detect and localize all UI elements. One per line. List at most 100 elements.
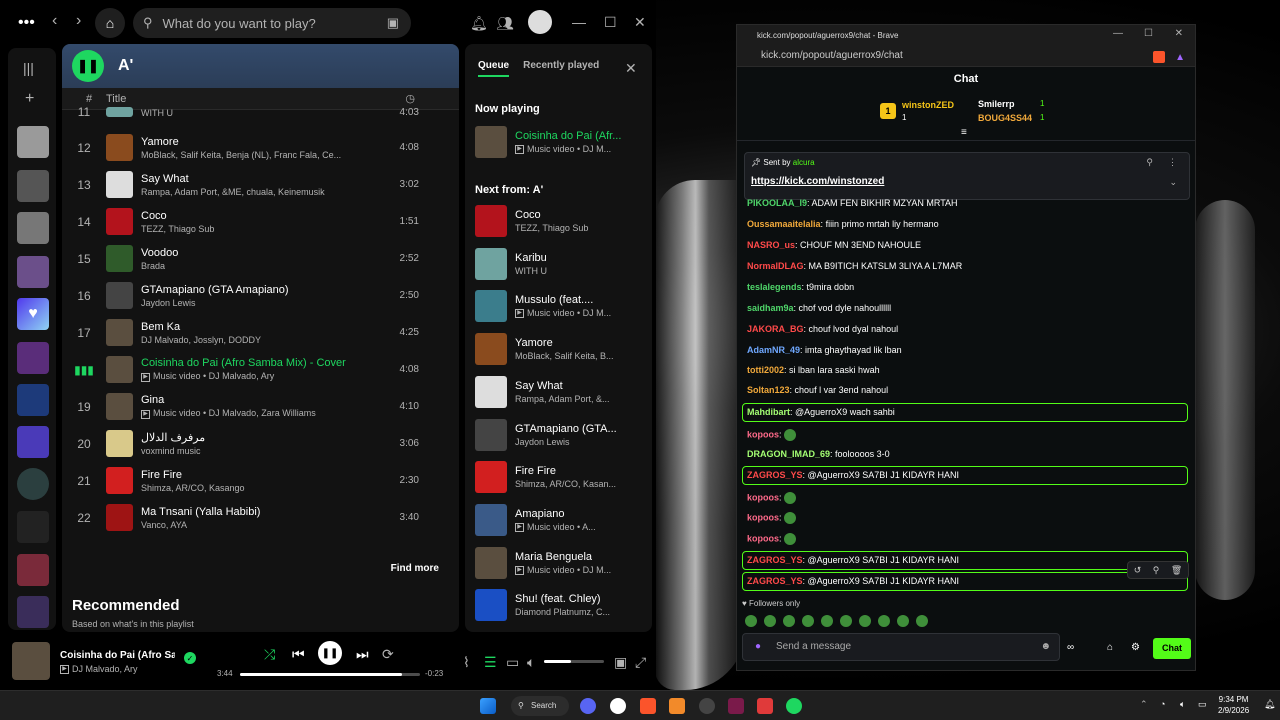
queue-icon[interactable]: ☰ <box>484 654 497 671</box>
chat-username[interactable]: AdamNR_49 <box>747 345 800 355</box>
now-playing-art[interactable] <box>12 642 50 680</box>
message-input[interactable]: ● Send a message ☻ <box>742 633 1060 661</box>
emote[interactable] <box>802 615 814 627</box>
liked-songs-icon[interactable]: ♥ <box>17 298 49 330</box>
taskbar-search[interactable]: ⚲ Search <box>511 696 569 716</box>
queue-item[interactable]: GTAmapiano (GTA... Jaydon Lewis <box>475 418 649 452</box>
menu-dots-icon[interactable]: ••• <box>18 14 35 32</box>
table-row[interactable]: 19 Gina ▶ Music video • DJ Malvado, Zara Wi… <box>62 388 459 425</box>
table-row[interactable]: 20 مرفرف الدلال voxmind music 3:06 <box>62 425 459 462</box>
chat-username[interactable]: kopoos <box>747 492 779 502</box>
library-item[interactable] <box>17 126 49 158</box>
tray-chevron-icon[interactable]: ⌃ <box>1140 699 1148 710</box>
pinned-user[interactable]: alcura <box>793 158 815 167</box>
col-title[interactable]: Title <box>106 93 405 105</box>
table-row[interactable]: ▮▮▮ Coisinha do Pai (Afro Samba Mix) - Co… <box>62 351 459 388</box>
track-name[interactable]: Say What <box>141 173 399 185</box>
home-icon[interactable]: ⌂ <box>95 8 125 38</box>
chat-username[interactable]: ZAGROS_YS <box>747 470 803 480</box>
track-artists[interactable]: Rampa, Adam Port, &ME, chuala, Keinemusi… <box>141 187 325 197</box>
pause-icon[interactable]: ❚❚ <box>318 641 342 665</box>
notification-bell-icon[interactable]: 🔔︎ <box>1264 699 1275 710</box>
lyrics-icon[interactable]: ⌇ <box>463 654 470 671</box>
pause-button[interactable]: ❚❚ <box>72 50 104 82</box>
app-icon[interactable] <box>757 698 773 714</box>
chat-username[interactable]: kopoos <box>747 533 779 543</box>
track-name[interactable]: GTAmapiano (GTA Amapiano) <box>141 284 399 296</box>
fullscreen-icon[interactable]: ⤢ <box>635 654 646 671</box>
chat-message[interactable]: DRAGON_IMAD_69: fooloooos 3-0 <box>747 449 890 459</box>
queue-item[interactable]: Coco TEZZ, Thiago Sub <box>475 204 649 238</box>
track-artists[interactable]: MoBlack, Salif Keita, Benja (NL), Franc … <box>141 150 341 160</box>
chat-username[interactable]: Mahdibart <box>747 407 790 417</box>
chat-message[interactable]: NASRO_us: CHOUF MN 3END NAHOULE <box>747 240 921 250</box>
track-name[interactable]: Gina <box>141 394 399 406</box>
emote[interactable] <box>859 615 871 627</box>
clock[interactable]: 9:34 PM 2/9/2026 <box>1218 694 1249 716</box>
brave-rewards-icon[interactable]: ▲ <box>1175 52 1185 63</box>
table-row[interactable]: 17 Bem Ka DJ Malvado, Josslyn, DODDY 4:25 <box>62 314 459 351</box>
find-more-button[interactable]: Find more <box>391 563 439 574</box>
queue-item[interactable]: Maria Benguela ▶ Music video • DJ M... <box>475 546 649 580</box>
next-icon[interactable]: ⏭︎ <box>356 646 369 663</box>
chat-message[interactable]: NormalDLAG: MA B9ITICH KATSLM 3LIYA A L7… <box>747 261 962 271</box>
spotify-icon[interactable] <box>786 698 802 714</box>
chat-message[interactable]: PIKOOLAA_I9: ADAM FEN BIKHIR MZYAN MRTAH <box>747 198 958 208</box>
table-row[interactable]: 22 Ma Tnsani (Yalla Habibi) Vanco, AYA 3:40 <box>62 499 459 536</box>
maximize-icon[interactable]: ☐ <box>604 14 617 31</box>
track-artists[interactable]: Music video • DJ Malvado, Zara Williams <box>153 408 316 418</box>
volume-icon[interactable]: 🔈︎ <box>527 654 535 671</box>
library-item[interactable] <box>17 468 49 500</box>
reply-icon[interactable]: ↺ <box>1134 565 1142 576</box>
brave-icon[interactable] <box>640 698 656 714</box>
chat-message[interactable]: kopoos: <box>747 512 797 524</box>
queue-now-playing[interactable]: Coisinha do Pai (Afr... ▶ Music video • D… <box>475 125 649 159</box>
shuffle-icon[interactable]: ⤮ <box>264 646 275 663</box>
volume-slider[interactable] <box>544 660 604 663</box>
table-row[interactable]: 15 Voodoo Brada 2:52 <box>62 240 459 277</box>
table-row[interactable]: 13 Say What Rampa, Adam Port, &ME, chuala,… <box>62 166 459 203</box>
chat-message[interactable]: kopoos: <box>747 533 797 545</box>
chat-message[interactable]: Mahdibart: @AguerroX9 wach sahbi <box>747 407 895 417</box>
now-playing-artist[interactable]: ▶ DJ Malvado, Ary <box>60 664 138 675</box>
close-icon[interactable]: ✕ <box>634 14 646 31</box>
app-icon[interactable] <box>610 698 626 714</box>
emote[interactable] <box>745 615 757 627</box>
queue-item[interactable]: Say What Rampa, Adam Port, &... <box>475 375 649 409</box>
chat-username[interactable]: teslalegends <box>747 282 802 292</box>
chat-message[interactable]: kopoos: <box>747 492 797 504</box>
battery-icon[interactable]: ▭ <box>1198 699 1207 710</box>
track-artists[interactable]: DJ Malvado, Josslyn, DODDY <box>141 335 261 345</box>
track-artists[interactable]: Vanco, AYA <box>141 520 187 530</box>
table-row[interactable]: 14 Coco TEZZ, Thiago Sub 1:51 <box>62 203 459 240</box>
library-item[interactable] <box>17 256 49 288</box>
table-row[interactable]: 12 Yamore MoBlack, Salif Keita, Benja (NL)… <box>62 129 459 166</box>
previous-icon[interactable]: ⏮︎ <box>292 646 305 663</box>
track-artists[interactable]: Brada <box>141 261 165 271</box>
chat-username[interactable]: PIKOOLAA_I9 <box>747 198 807 208</box>
library-item[interactable] <box>17 511 49 543</box>
chat-username[interactable]: totti2002 <box>747 365 784 375</box>
chat-message[interactable]: kopoos: <box>747 429 797 441</box>
chat-username[interactable]: DRAGON_IMAD_69 <box>747 449 830 459</box>
track-artists[interactable]: TEZZ, Thiago Sub <box>141 224 214 234</box>
now-playing-title[interactable]: Coisinha do Pai (Afro Samb <box>60 650 175 661</box>
chat-username[interactable]: ZAGROS_YS <box>747 555 803 565</box>
library-item[interactable] <box>17 170 49 202</box>
track-name[interactable]: Bem Ka <box>141 321 399 333</box>
delete-icon[interactable]: 🗑︎ <box>1171 565 1182 576</box>
settings-gear-icon[interactable]: ⚙ <box>1131 642 1140 653</box>
close-icon[interactable]: ✕ <box>1175 28 1183 39</box>
chat-username[interactable]: Oussamaaitelalia <box>747 219 821 229</box>
library-item[interactable] <box>17 342 49 374</box>
library-item[interactable] <box>17 426 49 458</box>
brave-shield-icon[interactable] <box>1153 51 1165 63</box>
emote[interactable] <box>897 615 909 627</box>
library-item[interactable] <box>17 596 49 628</box>
queue-item[interactable]: Mussulo (feat.... ▶ Music video • DJ M... <box>475 289 649 323</box>
link-icon[interactable]: ∞ <box>1067 642 1074 653</box>
chat-username[interactable]: Soltan123 <box>747 385 790 395</box>
chat-message[interactable]: teslalegends: t9mira dobn <box>747 282 854 292</box>
progress-bar[interactable] <box>240 673 420 676</box>
track-name[interactable]: Coisinha do Pai (Afro Samba Mix) - Cover <box>141 357 399 369</box>
